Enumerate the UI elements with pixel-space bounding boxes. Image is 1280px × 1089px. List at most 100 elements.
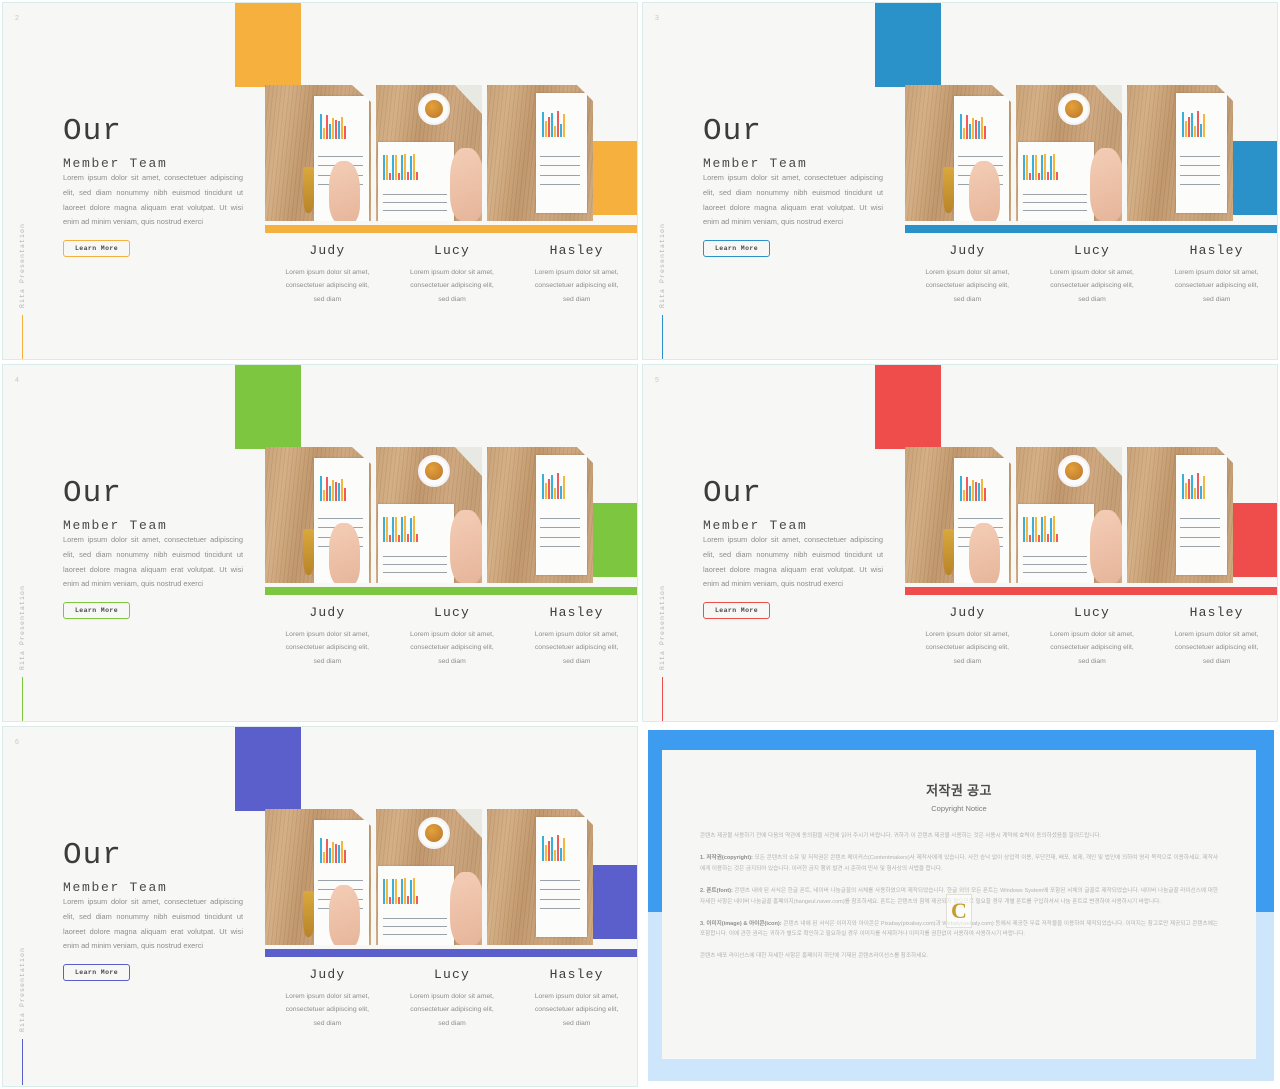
corner-fold-graphic	[992, 85, 1011, 102]
member-name: Hasley	[549, 243, 604, 258]
member-card: Lucy Lorem ipsum dolor sit amet, consecte…	[390, 605, 515, 668]
trophy-object	[303, 528, 314, 575]
members-row: Judy Lorem ipsum dolor sit amet, consecte…	[265, 605, 637, 668]
slide-5[interactable]: 5 Rita Presentation Our Member Team Lore…	[642, 364, 1278, 722]
page-title: Our	[703, 114, 762, 149]
page-title: Our	[63, 114, 122, 149]
body-paragraph: Lorem ipsum dolor sit amet, consectetuer…	[63, 535, 243, 589]
member-name: Lucy	[433, 605, 470, 620]
line-graph-graphic	[383, 210, 447, 212]
hand	[328, 161, 361, 221]
accent-block-top	[235, 3, 301, 87]
brand-rail: Rita Presentation	[659, 223, 666, 359]
bar-chart-graphic	[1023, 150, 1084, 181]
learn-more-button[interactable]: Learn More	[63, 964, 131, 982]
left-text-column: Our Member Team Lorem ipsum dolor sit am…	[63, 840, 263, 982]
member-card: Hasley Lorem ipsum dolor sit amet, consec…	[514, 967, 637, 1030]
slide-cell-4: 4 Rita Presentation Our Member Team Lore…	[0, 362, 640, 724]
line-graph-graphic	[1180, 174, 1221, 176]
corner-fold-graphic	[455, 85, 482, 114]
page-subtitle: Member Team	[703, 156, 808, 171]
left-text-column: Our Member Team Lorem ipsum dolor sit am…	[63, 478, 263, 620]
trophy-object	[943, 528, 954, 575]
member-description: Lorem ipsum dolor sit amet, consectetuer…	[534, 993, 619, 1027]
member-description: Lorem ipsum dolor sit amet, consectetuer…	[534, 269, 619, 303]
bar-chart-graphic	[960, 474, 1002, 502]
learn-more-button[interactable]: Learn More	[63, 602, 131, 620]
photo-strip	[905, 447, 1233, 583]
photo-strip	[265, 447, 593, 583]
learn-more-button[interactable]: Learn More	[703, 240, 771, 258]
bar-chart-graphic	[542, 471, 580, 499]
corner-fold-graphic	[1217, 85, 1233, 101]
accent-rule-bar	[265, 949, 637, 957]
member-name: Lucy	[1073, 605, 1110, 620]
line-graph-graphic	[383, 193, 447, 195]
member-description: Lorem ipsum dolor sit amet, consectetuer…	[410, 269, 494, 303]
hand	[450, 509, 482, 583]
members-row: Judy Lorem ipsum dolor sit amet, consecte…	[265, 243, 637, 306]
slide-4[interactable]: 4 Rita Presentation Our Member Team Lore…	[2, 364, 638, 722]
member-name: Lucy	[1073, 243, 1110, 258]
line-graph-graphic	[1180, 527, 1221, 529]
corner-fold-graphic	[455, 809, 482, 838]
member-description: Lorem ipsum dolor sit amet, consectetuer…	[285, 631, 370, 665]
bar-chart-graphic	[1023, 512, 1084, 543]
member-card: Judy Lorem ipsum dolor sit amet, consecte…	[265, 967, 390, 1030]
member-card: Lucy Lorem ipsum dolor sit amet, consecte…	[390, 243, 515, 306]
member-name: Judy	[309, 243, 346, 258]
learn-more-button[interactable]: Learn More	[703, 602, 771, 620]
line-graph-graphic	[540, 184, 581, 186]
line-graph-graphic	[540, 889, 581, 891]
team-photo	[265, 85, 371, 221]
line-graph-graphic	[1023, 563, 1087, 565]
page-subtitle: Member Team	[63, 518, 168, 533]
brand-rule	[21, 1039, 24, 1086]
member-name: Judy	[949, 243, 986, 258]
copyright-panel: 저작권 공고 Copyright Notice 콘텐츠 제공물 사용하기 전에 …	[642, 726, 1278, 1087]
left-text-column: Our Member Team Lorem ipsum dolor sit am…	[63, 114, 263, 258]
hand	[450, 871, 482, 945]
bar-chart-graphic	[542, 109, 580, 137]
brand-rail: Rita Presentation	[19, 947, 26, 1086]
member-description: Lorem ipsum dolor sit amet, consectetuer…	[410, 631, 494, 665]
body-paragraph: Lorem ipsum dolor sit amet, consectetuer…	[63, 897, 243, 951]
slide-3[interactable]: 3 Rita Presentation Our Member Team Lore…	[642, 2, 1278, 360]
bar-chart-graphic	[1182, 471, 1220, 499]
line-graph-graphic	[1180, 546, 1221, 548]
line-graph-graphic	[540, 879, 581, 881]
brand-vertical-text: Rita Presentation	[19, 585, 26, 671]
line-graph-graphic	[318, 517, 363, 519]
slide-6[interactable]: 6 Rita Presentation Our Member Team Lore…	[2, 726, 638, 1087]
left-text-column: Our Member Team Lorem ipsum dolor sit am…	[703, 114, 903, 258]
copyright-subtitle: Copyright Notice	[931, 804, 987, 813]
slide-grid: 2 Rita Presentation Our Member Team Lore…	[0, 0, 1280, 1089]
photo-strip	[265, 809, 593, 945]
bar-chart-graphic	[320, 474, 362, 502]
learn-more-button[interactable]: Learn More	[63, 240, 131, 258]
corner-fold-graphic	[577, 447, 593, 463]
slide-cell-6: 6 Rita Presentation Our Member Team Lore…	[0, 724, 640, 1089]
member-name: Hasley	[1189, 605, 1244, 620]
corner-fold-graphic	[577, 85, 593, 101]
slide-number: 5	[655, 377, 660, 384]
team-photo	[487, 809, 593, 945]
team-photo	[376, 447, 482, 583]
line-graph-graphic	[540, 898, 581, 900]
accent-rule-bar	[905, 587, 1277, 595]
member-description: Lorem ipsum dolor sit amet, consectetuer…	[534, 631, 619, 665]
slide-number: 4	[15, 377, 20, 384]
copyright-card: 저작권 공고 Copyright Notice 콘텐츠 제공물 사용하기 전에 …	[662, 750, 1256, 1059]
team-photo	[487, 447, 593, 583]
line-graph-graphic	[383, 925, 447, 927]
slide-cell-3: 3 Rita Presentation Our Member Team Lore…	[640, 0, 1280, 362]
brand-rule	[21, 315, 24, 359]
hand	[1090, 147, 1122, 221]
body-paragraph: Lorem ipsum dolor sit amet, consectetuer…	[703, 535, 883, 589]
bar-chart-graphic	[1182, 109, 1220, 137]
line-graph-graphic	[540, 155, 581, 157]
left-text-column: Our Member Team Lorem ipsum dolor sit am…	[703, 478, 903, 620]
line-graph-graphic	[318, 155, 363, 157]
line-graph-graphic	[1023, 193, 1087, 195]
slide-2[interactable]: 2 Rita Presentation Our Member Team Lore…	[2, 2, 638, 360]
